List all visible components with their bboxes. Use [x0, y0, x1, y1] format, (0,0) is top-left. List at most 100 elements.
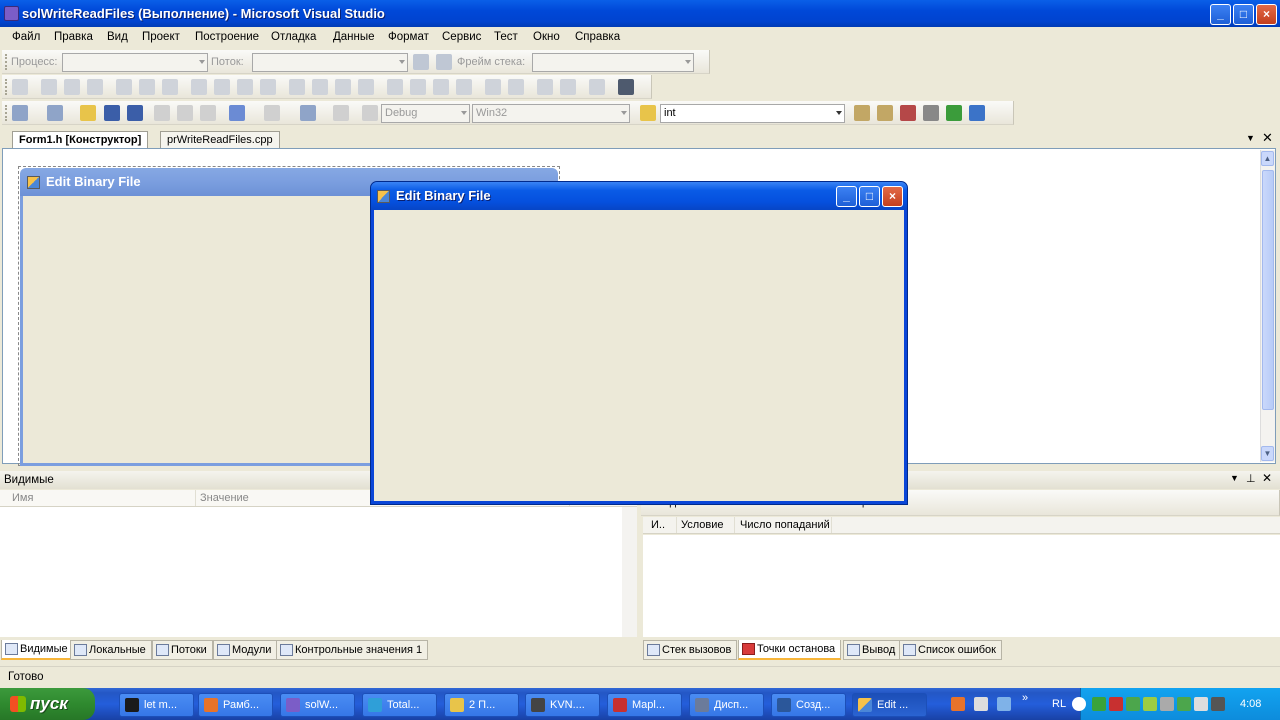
toolbar-grip[interactable] — [5, 105, 8, 121]
taskbar-item[interactable]: solW... — [280, 693, 355, 717]
running-form-client-area[interactable] — [374, 210, 904, 501]
menu-build[interactable]: Построение — [195, 31, 259, 43]
watch-scrollbar[interactable] — [622, 507, 637, 637]
tray-icon[interactable] — [1177, 697, 1191, 711]
scrollbar-thumb[interactable] — [1262, 170, 1274, 410]
taskbar-item[interactable]: Созд... — [771, 693, 846, 717]
properties-icon[interactable] — [877, 105, 893, 121]
taskbar-item[interactable]: 2 П... — [444, 693, 519, 717]
running-form-title-bar[interactable]: Edit Binary File — [371, 182, 907, 210]
thread-dropdown[interactable] — [252, 53, 408, 72]
watch-list[interactable] — [0, 507, 622, 637]
menu-format[interactable]: Формат — [388, 31, 429, 43]
bring-to-front-icon[interactable] — [537, 79, 553, 95]
make-same-size-icon[interactable] — [260, 79, 276, 95]
tab-breakpoints[interactable]: Точки останова — [738, 640, 842, 660]
make-same-height-icon[interactable] — [237, 79, 253, 95]
center-horizontally-icon[interactable] — [485, 79, 501, 95]
start-debugging-icon[interactable] — [362, 105, 378, 121]
menu-edit[interactable]: Правка — [54, 31, 93, 43]
find-in-files-icon[interactable] — [640, 105, 656, 121]
tab-prwritereadfiles-cpp[interactable]: prWriteReadFiles.cpp — [160, 131, 280, 149]
filter-icon[interactable] — [413, 54, 429, 70]
align-rights-icon[interactable] — [87, 79, 103, 95]
make-same-width-icon[interactable] — [191, 79, 207, 95]
tray-icon[interactable] — [1160, 697, 1174, 711]
save-all-icon[interactable] — [127, 105, 143, 121]
col-hit-count[interactable]: Число попаданий — [736, 517, 832, 533]
align-middles-icon[interactable] — [139, 79, 155, 95]
menu-window[interactable]: Окно — [533, 31, 560, 43]
send-to-back-icon[interactable] — [560, 79, 576, 95]
tray-icon[interactable] — [1109, 697, 1123, 711]
close-document-icon[interactable]: ✕ — [1262, 130, 1273, 146]
lock-controls-icon[interactable] — [618, 79, 634, 95]
tab-order-icon[interactable] — [589, 79, 605, 95]
align-to-grid-icon[interactable] — [12, 79, 28, 95]
tab-output[interactable]: Вывод — [843, 640, 902, 660]
col-condition[interactable]: Условие — [677, 517, 735, 533]
close-button[interactable]: × — [1256, 4, 1277, 25]
firefox-quicklaunch-icon[interactable] — [951, 697, 965, 711]
increase-horizontal-spacing-icon[interactable] — [312, 79, 328, 95]
volume-icon[interactable] — [1194, 697, 1208, 711]
form-close-button[interactable]: × — [882, 186, 903, 207]
minimize-button[interactable]: _ — [1210, 4, 1231, 25]
tab-call-stack[interactable]: Стек вызовов — [643, 640, 738, 660]
scroll-down-icon[interactable]: ▼ — [1261, 446, 1274, 461]
menu-view[interactable]: Вид — [107, 31, 128, 43]
tray-icon[interactable] — [1092, 697, 1106, 711]
undo-icon[interactable] — [229, 105, 245, 121]
tray-icon[interactable] — [1126, 697, 1140, 711]
col-id[interactable]: И.. — [647, 517, 677, 533]
object-browser-icon[interactable] — [900, 105, 916, 121]
vertical-spacing-equal-icon[interactable] — [387, 79, 403, 95]
menu-project[interactable]: Проект — [142, 31, 180, 43]
taskbar-item[interactable]: Mapl... — [607, 693, 682, 717]
solution-explorer-icon[interactable] — [854, 105, 870, 121]
size-to-grid-icon[interactable] — [214, 79, 230, 95]
tab-watch-1[interactable]: Контрольные значения 1 — [276, 640, 429, 660]
stack-frame-dropdown[interactable] — [532, 53, 694, 72]
align-bottoms-icon[interactable] — [162, 79, 178, 95]
add-item-icon[interactable] — [47, 105, 63, 121]
taskbar-item-active[interactable]: Edit ... — [852, 693, 927, 717]
solution-platform-dropdown[interactable]: Win32 — [472, 104, 630, 123]
tab-form1-designer[interactable]: Form1.h [Конструктор] — [12, 131, 149, 149]
language-indicator[interactable]: RL — [1052, 698, 1066, 710]
tray-expand-icon[interactable] — [1072, 697, 1086, 711]
maximize-button[interactable]: □ — [1233, 4, 1254, 25]
start-page-icon[interactable] — [946, 105, 962, 121]
form-maximize-button[interactable]: □ — [859, 186, 880, 207]
process-dropdown[interactable] — [62, 53, 208, 72]
open-file-icon[interactable] — [80, 105, 96, 121]
horizontal-spacing-equal-icon[interactable] — [289, 79, 305, 95]
taskbar-item[interactable]: KVN.... — [525, 693, 600, 717]
scroll-up-icon[interactable]: ▲ — [1261, 151, 1274, 166]
cut-icon[interactable] — [154, 105, 170, 121]
decrease-vertical-spacing-icon[interactable] — [433, 79, 449, 95]
quicklaunch-expand-icon[interactable]: » — [1022, 692, 1028, 704]
col-name[interactable]: Имя — [8, 490, 196, 506]
add-new-item-icon[interactable] — [12, 105, 28, 121]
solution-configuration-dropdown[interactable]: Debug — [381, 104, 470, 123]
menu-file[interactable]: Файл — [12, 31, 40, 43]
tray-icon[interactable] — [1211, 697, 1225, 711]
tab-modules[interactable]: Модули — [213, 640, 278, 660]
paste-icon[interactable] — [200, 105, 216, 121]
close-panel-icon[interactable]: ✕ — [1262, 471, 1272, 485]
window-title-bar[interactable]: solWriteReadFiles (Выполнение) - Microso… — [0, 0, 1280, 27]
taskbar-item[interactable]: let m... — [119, 693, 194, 717]
tab-watch-visible[interactable]: Видимые — [1, 640, 74, 660]
tab-error-list[interactable]: Список ошибок — [899, 640, 1002, 660]
decrease-horizontal-spacing-icon[interactable] — [335, 79, 351, 95]
auto-hide-icon[interactable]: ⊥ — [1246, 472, 1256, 485]
align-lefts-icon[interactable] — [41, 79, 57, 95]
clock[interactable]: 4:08 — [1240, 698, 1261, 710]
taskbar-item[interactable]: Total... — [362, 693, 437, 717]
tray-icon[interactable] — [1143, 697, 1157, 711]
menu-test[interactable]: Тест — [494, 31, 518, 43]
menu-debug[interactable]: Отладка — [271, 31, 316, 43]
form-minimize-button[interactable]: _ — [836, 186, 857, 207]
toolbar-grip[interactable] — [5, 54, 8, 70]
